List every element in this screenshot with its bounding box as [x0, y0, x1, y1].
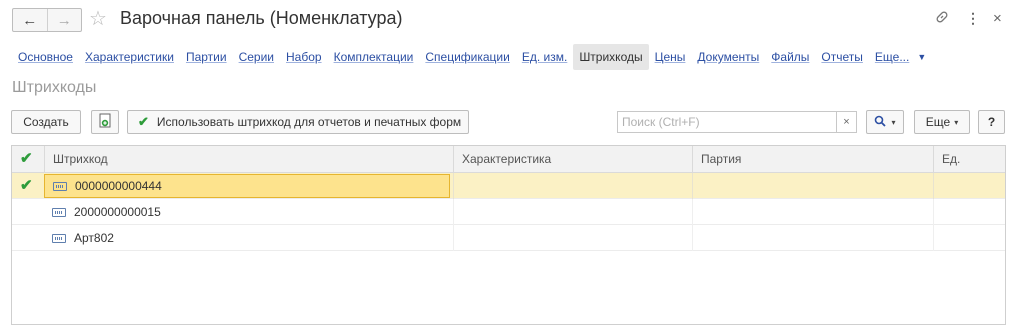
row-check-cell[interactable]: [12, 199, 44, 225]
dropdown-arrow-icon: ▾: [891, 117, 896, 127]
tab-5[interactable]: Комплектации: [328, 44, 420, 70]
forward-arrow-icon[interactable]: →: [46, 9, 82, 31]
more-actions-label: Еще: [925, 115, 951, 129]
column-header-barcode[interactable]: Штрихкод: [44, 146, 453, 172]
table-row[interactable]: ✔ 0000000000444: [12, 173, 1005, 199]
barcode-icon: [52, 207, 66, 217]
barcode-icon: [52, 233, 66, 243]
check-column-header[interactable]: ✔: [12, 146, 44, 172]
table-row[interactable]: 2000000000015: [12, 199, 1005, 225]
close-icon[interactable]: ×: [993, 10, 1002, 27]
column-header-batch[interactable]: Партия: [692, 146, 933, 172]
use-barcode-label: Использовать штрихкод для отчетов и печа…: [156, 115, 462, 129]
copy-doc-icon: [98, 113, 112, 132]
batch-cell[interactable]: [692, 173, 933, 199]
barcodes-table: ✔ Штрихкод Характеристика Партия Ед. ✔ 00…: [11, 145, 1006, 325]
column-header-characteristic[interactable]: Характеристика: [453, 146, 692, 172]
characteristic-cell[interactable]: [453, 173, 692, 199]
tab-7[interactable]: Ед. изм.: [516, 44, 573, 70]
tab-2[interactable]: Партии: [180, 44, 233, 70]
tab-12[interactable]: Отчеты: [815, 44, 868, 70]
barcode-value: Арт802: [74, 231, 114, 245]
history-nav: ← →: [12, 8, 82, 32]
tab-3[interactable]: Серии: [233, 44, 280, 70]
use-barcode-for-reports-button[interactable]: ✔ Использовать штрихкод для отчетов и пе…: [127, 110, 469, 134]
tab-8[interactable]: Штрихкоды: [573, 44, 649, 70]
unit-cell[interactable]: [933, 173, 1005, 199]
more-menu-icon[interactable]: ⋮: [966, 10, 980, 27]
column-header-unit[interactable]: Ед.: [933, 146, 1005, 172]
tab-13[interactable]: Еще...: [869, 44, 915, 70]
characteristic-cell[interactable]: [453, 199, 692, 225]
create-button[interactable]: Создать: [11, 110, 81, 134]
batch-cell[interactable]: [692, 225, 933, 251]
tab-9[interactable]: Цены: [649, 44, 692, 70]
row-check-cell[interactable]: ✔: [12, 173, 44, 199]
link-icon[interactable]: [935, 10, 949, 27]
tab-11[interactable]: Файлы: [765, 44, 815, 70]
dropdown-arrow-icon: ▾: [954, 117, 959, 127]
search-icon: [874, 115, 887, 130]
tab-0[interactable]: Основное: [12, 44, 79, 70]
back-arrow-icon[interactable]: ←: [13, 9, 47, 31]
batch-cell[interactable]: [692, 199, 933, 225]
barcode-icon: [53, 181, 67, 191]
clear-search-icon[interactable]: ×: [837, 111, 857, 133]
search-options-button[interactable]: ▾: [866, 110, 904, 134]
barcode-cell[interactable]: 2000000000015: [44, 199, 450, 225]
more-actions-button[interactable]: Еще ▾: [914, 110, 970, 134]
barcode-cell[interactable]: 0000000000444: [44, 174, 450, 198]
table-header: ✔ Штрихкод Характеристика Партия Ед.: [12, 146, 1005, 173]
unit-cell[interactable]: [933, 225, 1005, 251]
table-row[interactable]: Арт802: [12, 225, 1005, 251]
favorite-star-icon[interactable]: ☆: [89, 6, 107, 31]
barcode-value: 0000000000444: [75, 179, 162, 193]
help-button[interactable]: ?: [978, 110, 1005, 134]
unit-cell[interactable]: [933, 199, 1005, 225]
window-title: Варочная панель (Номенклатура): [120, 8, 403, 28]
more-tabs-arrow-icon[interactable]: ▼: [917, 52, 926, 62]
search-input[interactable]: [617, 111, 837, 133]
characteristic-cell[interactable]: [453, 225, 692, 251]
checkmark-icon: ✔: [20, 177, 33, 194]
barcode-cell[interactable]: Арт802: [44, 225, 450, 251]
row-check-cell[interactable]: [12, 225, 44, 251]
tab-1[interactable]: Характеристики: [79, 44, 180, 70]
copy-button[interactable]: [91, 110, 119, 134]
section-title: Штрихкоды: [12, 79, 97, 96]
tab-bar: Основное Характеристики Партии Серии Набор Ко…: [12, 44, 926, 70]
barcode-value: 2000000000015: [74, 205, 161, 219]
tab-10[interactable]: Документы: [691, 44, 765, 70]
tab-4[interactable]: Набор: [280, 44, 328, 70]
checkmark-icon: ✔: [138, 114, 149, 129]
tab-6[interactable]: Спецификации: [419, 44, 515, 70]
